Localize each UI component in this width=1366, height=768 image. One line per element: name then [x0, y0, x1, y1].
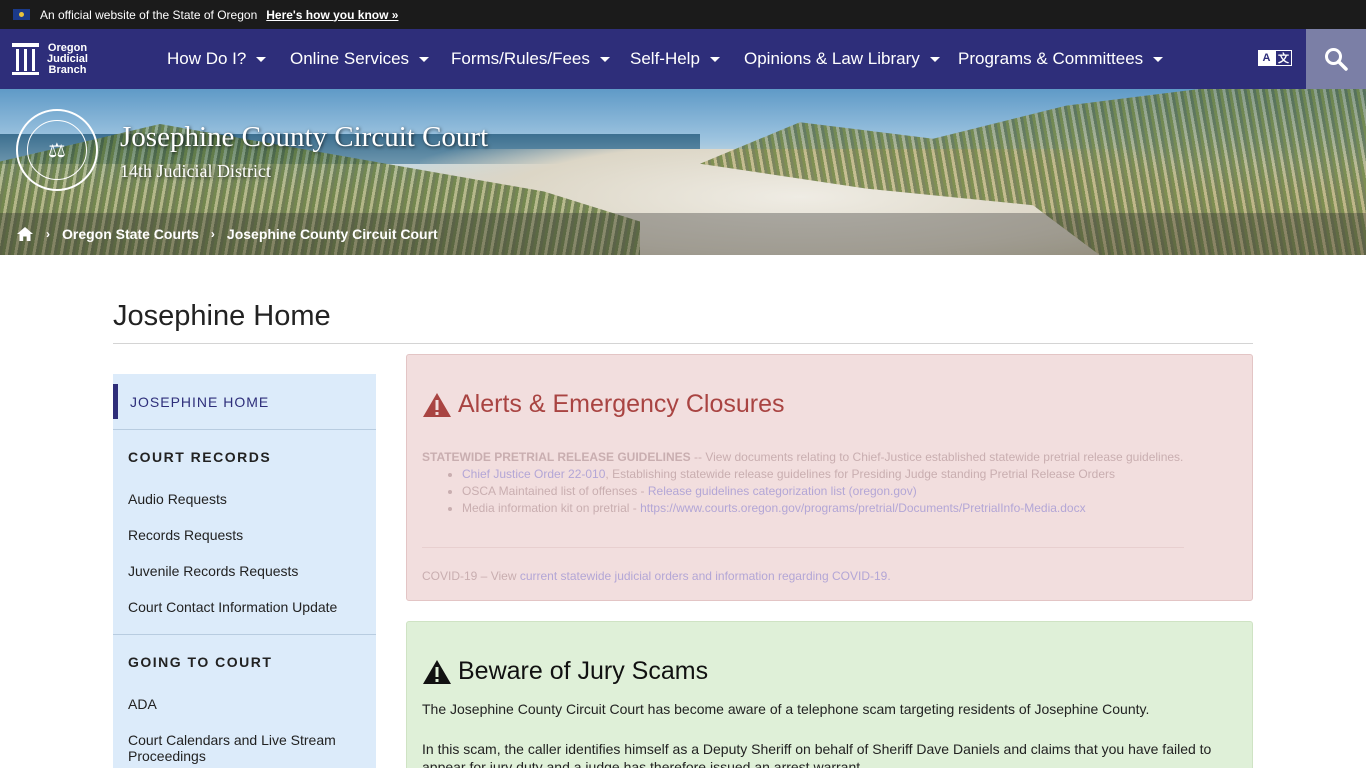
release-guidelines-link[interactable]: Release guidelines categorization list (…: [648, 484, 917, 498]
divider: [113, 343, 1253, 344]
court-subtitle: 14th Judicial District: [120, 161, 271, 181]
chevron-down-icon: [256, 56, 267, 62]
sidebar-item-records-requests[interactable]: Records Requests: [128, 527, 363, 543]
sidebar-nav: JOSEPHINE HOME COURT RECORDS Audio Reque…: [113, 374, 376, 768]
chevron-right-icon: ›: [46, 227, 50, 241]
chevron-down-icon: [599, 56, 610, 62]
chevron-down-icon: [709, 56, 720, 62]
media-kit-link[interactable]: https://www.courts.oregon.gov/programs/p…: [640, 501, 1086, 515]
heres-how-you-know-link[interactable]: Here's how you know »: [266, 8, 398, 22]
sidebar-heading-court-records: COURT RECORDS: [128, 449, 272, 465]
list-item: Chief Justice Order 22-010, Establishing…: [462, 466, 1222, 483]
list-item: Media information kit on pretrial - http…: [462, 500, 1222, 517]
list-item: OSCA Maintained list of offenses - Relea…: [462, 483, 1222, 500]
sidebar-item-court-calendars[interactable]: Court Calendars and Live Stream Proceedi…: [128, 732, 363, 764]
nav-how-do-i[interactable]: How Do I?: [167, 29, 267, 89]
scam-heading: Beware of Jury Scams: [422, 657, 708, 686]
pretrial-label: STATEWIDE PRETRIAL RELEASE GUIDELINES: [422, 450, 691, 464]
breadcrumb-current: Josephine County Circuit Court: [226, 226, 438, 242]
divider: [113, 429, 376, 430]
warning-icon: [423, 392, 451, 417]
divider: [113, 634, 376, 635]
scam-paragraph-1: The Josephine County Circuit Court has b…: [422, 701, 1150, 717]
breadcrumb-oregon-state-courts[interactable]: Oregon State Courts: [62, 226, 199, 242]
search-button[interactable]: [1306, 29, 1366, 89]
pretrial-text: -- View documents relating to Chief-Just…: [690, 450, 1184, 464]
pillar-logo-icon: [12, 43, 39, 75]
sidebar-item-court-contact-update[interactable]: Court Contact Information Update: [128, 599, 363, 615]
court-title: Josephine County Circuit Court: [120, 121, 489, 153]
covid-orders-link[interactable]: current statewide judicial orders and in…: [520, 569, 891, 583]
main-navigation: Oregon Judicial Branch How Do I? Online …: [0, 29, 1366, 89]
home-icon[interactable]: [16, 226, 34, 242]
divider: [422, 547, 1184, 548]
breadcrumb: › Oregon State Courts › Josephine County…: [0, 213, 1366, 255]
ojd-logo[interactable]: Oregon Judicial Branch: [12, 41, 102, 77]
sidebar-item-juvenile-records-requests[interactable]: Juvenile Records Requests: [128, 563, 363, 579]
sidebar-item-audio-requests[interactable]: Audio Requests: [128, 491, 363, 507]
warning-icon: [423, 659, 451, 684]
alerts-body: STATEWIDE PRETRIAL RELEASE GUIDELINES --…: [422, 449, 1222, 517]
sidebar-heading-going-to-court: GOING TO COURT: [128, 654, 273, 670]
translate-icon[interactable]: A 文: [1258, 50, 1292, 68]
logo-text: Oregon Judicial Branch: [47, 41, 88, 76]
jury-scam-panel: Beware of Jury Scams The Josephine Count…: [406, 621, 1253, 768]
chevron-down-icon: [929, 56, 940, 62]
official-banner: An official website of the State of Oreg…: [0, 0, 1366, 29]
nav-programs-committees[interactable]: Programs & Committees: [958, 29, 1164, 89]
judicial-department-seal-icon: ⚖: [16, 109, 98, 191]
chevron-down-icon: [1153, 56, 1164, 62]
sidebar-item-ada[interactable]: ADA: [128, 696, 363, 712]
page-title: Josephine Home: [113, 300, 331, 332]
search-icon: [1325, 48, 1348, 71]
oregon-flag-icon: [13, 9, 30, 20]
chief-justice-order-link[interactable]: Chief Justice Order 22-010: [462, 467, 605, 481]
pretrial-list: Chief Justice Order 22-010, Establishing…: [462, 466, 1222, 517]
covid-notice: COVID-19 – View current statewide judici…: [422, 569, 891, 583]
scam-paragraph-2: In this scam, the caller identifies hims…: [422, 741, 1212, 768]
alerts-heading: Alerts & Emergency Closures: [422, 390, 785, 419]
nav-forms-rules-fees[interactable]: Forms/Rules/Fees: [451, 29, 610, 89]
chevron-right-icon: ›: [210, 227, 215, 241]
hero-banner: ⚖ Josephine County Circuit Court 14th Ju…: [0, 89, 1366, 255]
alerts-panel: Alerts & Emergency Closures STATEWIDE PR…: [406, 354, 1253, 601]
sidebar-item-josephine-home[interactable]: JOSEPHINE HOME: [113, 384, 376, 419]
nav-self-help[interactable]: Self-Help: [630, 29, 720, 89]
official-banner-text: An official website of the State of Oreg…: [40, 7, 258, 22]
chevron-down-icon: [419, 56, 430, 62]
nav-online-services[interactable]: Online Services: [290, 29, 430, 89]
nav-opinions-law-library[interactable]: Opinions & Law Library: [744, 29, 940, 89]
